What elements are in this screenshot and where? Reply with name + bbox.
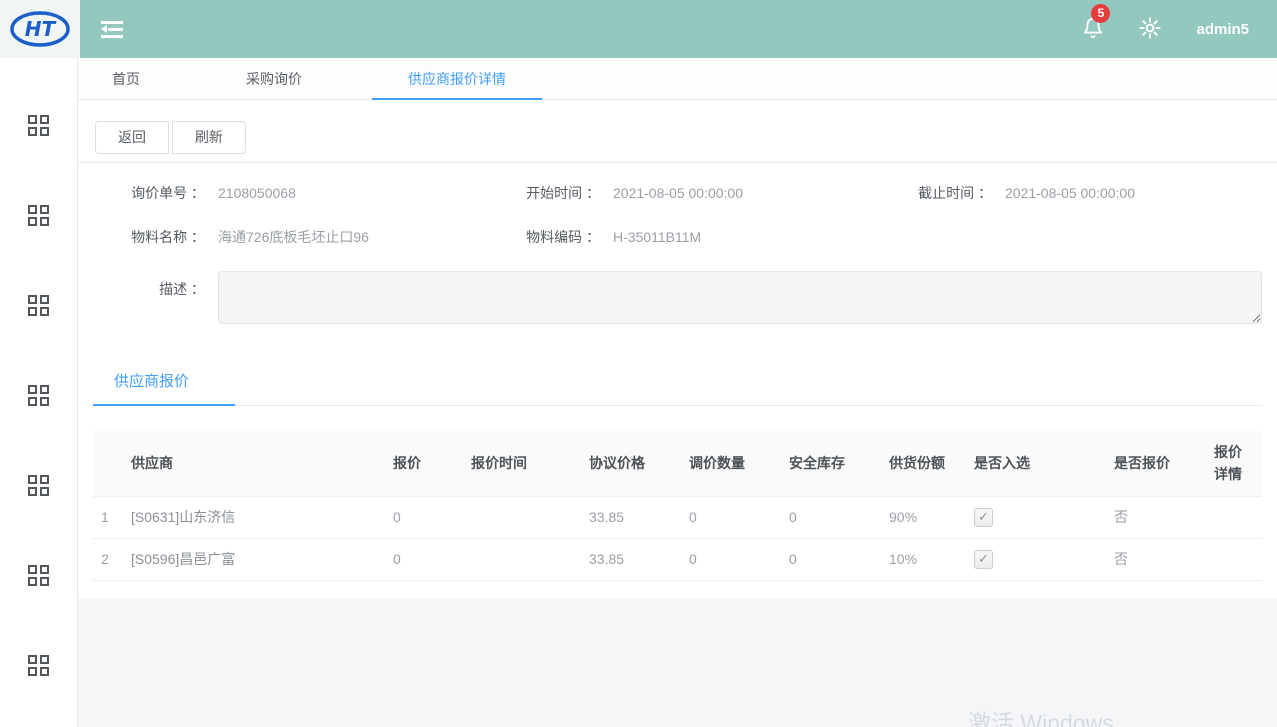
cell-supply-share: 90% <box>881 496 966 538</box>
app-header: HT 5 admin5 <box>0 0 1277 58</box>
cell-safety-stock: 0 <box>781 538 881 580</box>
material-code-value: H-35011B11M <box>613 229 701 245</box>
description-textarea[interactable] <box>218 271 1262 324</box>
cell-safety-stock: 0 <box>781 496 881 538</box>
grid-menu-icon[interactable] <box>28 205 50 227</box>
material-name-value: 海通726底板毛坯止口96 <box>218 227 369 247</box>
settings-gear-icon[interactable] <box>1138 16 1162 43</box>
logo-icon: HT <box>9 9 71 49</box>
col-supply-share: 供货份额 <box>881 431 966 496</box>
content-background <box>78 599 1277 727</box>
back-button[interactable]: 返回 <box>95 121 169 154</box>
notification-badge: 5 <box>1091 4 1110 23</box>
notification-bell-icon[interactable]: 5 <box>1082 16 1104 43</box>
cell-adjust-qty: 0 <box>681 496 781 538</box>
table-body: 1[S0631]山东济信033.850090%✓否2[S0596]昌邑广富033… <box>93 496 1262 580</box>
col-safety-stock: 安全库存 <box>781 431 881 496</box>
cell-quote-time <box>463 538 581 580</box>
start-time-value: 2021-08-05 00:00:00 <box>613 185 743 201</box>
grid-menu-icon[interactable] <box>28 385 50 407</box>
current-user[interactable]: admin5 <box>1196 21 1249 38</box>
cell-quote: 0 <box>385 496 463 538</box>
grid-menu-icon[interactable] <box>28 295 50 317</box>
col-agreement-price: 协议价格 <box>581 431 681 496</box>
start-time-label: 开始时间 ： <box>488 183 600 203</box>
table-header-row: 供应商 报价 报价时间 协议价格 调价数量 安全库存 供货份额 是否入选 是否报… <box>93 431 1262 496</box>
material-code-label: 物料编码 ： <box>488 227 600 247</box>
inquiry-detail-form: 询价单号 ： 2108050068 开始时间 ： 2021-08-05 00:0… <box>78 163 1277 342</box>
table-row[interactable]: 2[S0596]昌邑广富033.850010%✓否 <box>93 538 1262 580</box>
col-quoted: 是否报价 <box>1106 431 1206 496</box>
cell-index: 1 <box>93 496 123 538</box>
grid-menu-icon[interactable] <box>28 475 50 497</box>
end-time-value: 2021-08-05 00:00:00 <box>1005 185 1135 201</box>
refresh-button[interactable]: 刷新 <box>172 121 246 154</box>
svg-text:HT: HT <box>25 17 57 41</box>
material-name-label: 物料名称 ： <box>93 227 205 247</box>
col-selected: 是否入选 <box>966 431 1106 496</box>
quote-section-tabs: 供应商报价 <box>93 358 1262 406</box>
description-label: 描述 ： <box>93 271 205 324</box>
cell-quote-time <box>463 496 581 538</box>
breadcrumb-tabbar: 首页 采购询价 供应商报价详情 <box>78 58 1277 100</box>
cell-quoted: 否 <box>1106 496 1206 538</box>
col-quote-time: 报价时间 <box>463 431 581 496</box>
cell-supplier: [S0631]山东济信 <box>123 496 385 538</box>
inquiry-no-label: 询价单号 ： <box>93 183 205 203</box>
cell-index: 2 <box>93 538 123 580</box>
cell-quote: 0 <box>385 538 463 580</box>
tab-supplier-quotes[interactable]: 供应商报价 <box>93 358 210 405</box>
tab-supplier-quote-detail[interactable]: 供应商报价详情 <box>394 58 520 99</box>
grid-menu-icon[interactable] <box>28 655 50 677</box>
col-quote: 报价 <box>385 431 463 496</box>
end-time-label: 截止时间 ： <box>880 183 992 203</box>
cell-selected: ✓ <box>966 496 1106 538</box>
cell-detail <box>1206 496 1262 538</box>
sidebar-collapse-icon[interactable] <box>101 20 123 38</box>
cell-supply-share: 10% <box>881 538 966 580</box>
grid-menu-icon[interactable] <box>28 565 50 587</box>
cell-quoted: 否 <box>1106 538 1206 580</box>
supplier-quote-table: 供应商 报价 报价时间 协议价格 调价数量 安全库存 供货份额 是否入选 是否报… <box>93 431 1262 581</box>
col-adjust-qty: 调价数量 <box>681 431 781 496</box>
left-sidebar <box>0 58 78 727</box>
col-index <box>93 431 123 496</box>
company-logo: HT <box>0 0 80 58</box>
tab-purchase-inquiry[interactable]: 采购询价 <box>232 58 316 99</box>
cell-supplier: [S0596]昌邑广富 <box>123 538 385 580</box>
grid-menu-icon[interactable] <box>28 115 50 137</box>
col-quote-detail: 报价详情 <box>1206 431 1262 496</box>
cell-detail <box>1206 538 1262 580</box>
table-row[interactable]: 1[S0631]山东济信033.850090%✓否 <box>93 496 1262 538</box>
tab-home[interactable]: 首页 <box>98 58 154 99</box>
app-window: HT 5 admin5 <box>0 0 1277 727</box>
cell-selected: ✓ <box>966 538 1106 580</box>
cell-agreement-price: 33.85 <box>581 538 681 580</box>
col-supplier: 供应商 <box>123 431 385 496</box>
inquiry-no-value: 2108050068 <box>218 185 296 201</box>
selected-checkbox: ✓ <box>974 508 993 527</box>
cell-adjust-qty: 0 <box>681 538 781 580</box>
toolbar: 返回 刷新 <box>78 100 1277 163</box>
cell-agreement-price: 33.85 <box>581 496 681 538</box>
selected-checkbox: ✓ <box>974 550 993 569</box>
